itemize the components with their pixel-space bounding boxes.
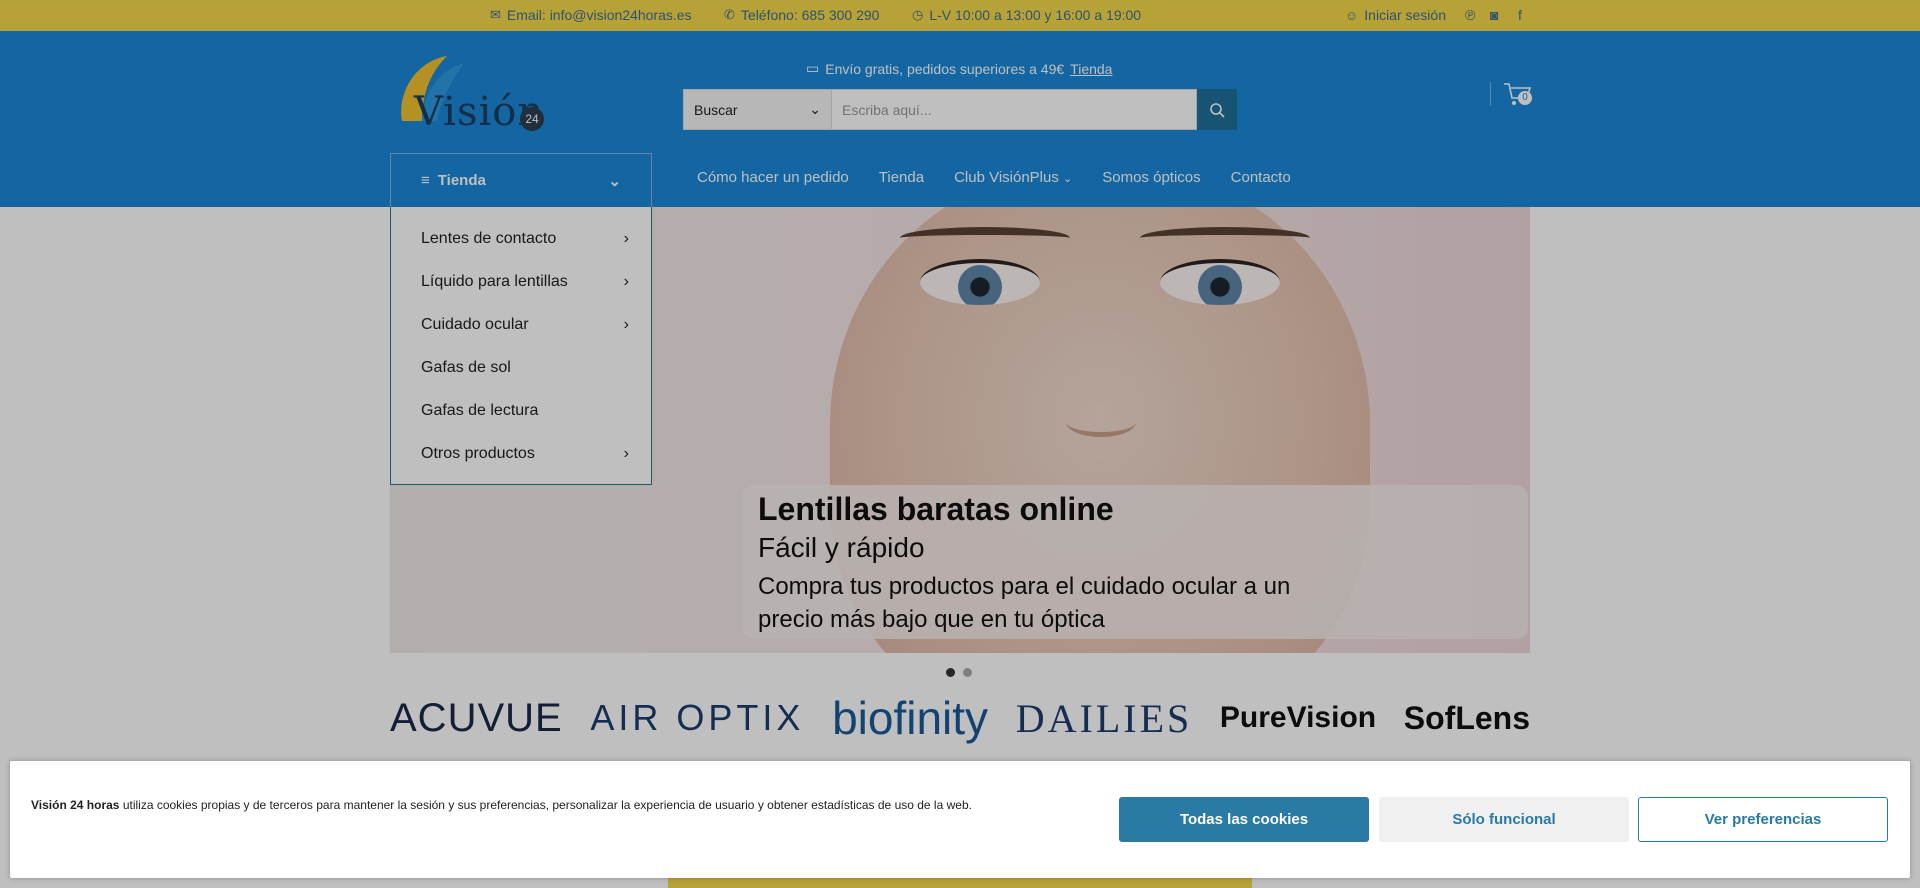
slider-dot-1[interactable]: [946, 668, 955, 677]
topbar-email-text: Email: info@vision24horas.es: [506, 7, 692, 23]
hero-subtitle: Fácil y rápido: [758, 532, 925, 563]
chevron-right-icon: ›: [623, 444, 629, 462]
topbar-hours: ◷ L-V 10:00 a 13:00 y 16:00 a 19:00: [912, 7, 1141, 23]
brand-biofinity[interactable]: biofinity: [832, 691, 988, 745]
search-category-select[interactable]: Buscar ⌄: [683, 89, 831, 130]
cookie-preferences-button[interactable]: Ver preferencias: [1638, 797, 1888, 842]
category-item-label: Lentes de contacto: [421, 229, 557, 247]
footer-strip: [668, 878, 1252, 888]
truck-icon: ▭: [806, 60, 820, 76]
category-item-liquido[interactable]: Líquido para lentillas ›: [391, 260, 651, 303]
category-item-lentes[interactable]: Lentes de contacto ›: [391, 217, 651, 260]
topbar-hours-text: L-V 10:00 a 13:00 y 16:00 a 19:00: [929, 7, 1142, 23]
instagram-icon[interactable]: ◙: [1490, 7, 1498, 23]
category-item-label: Gafas de lectura: [421, 401, 539, 419]
hero-caption: Lentillas baratas online Fácil y rápido …: [742, 485, 1528, 639]
functional-cookies-button[interactable]: Sólo funcional: [1379, 797, 1629, 842]
topbar-email[interactable]: ✉ Email: info@vision24horas.es: [490, 7, 692, 23]
cart-count-badge: 0: [1518, 91, 1532, 105]
facebook-icon[interactable]: f: [1518, 7, 1522, 23]
phone-icon: ✆: [724, 7, 735, 22]
nav-item-contacto[interactable]: Contacto: [1231, 169, 1291, 186]
topbar-phone[interactable]: ✆ Teléfono: 685 300 290: [724, 7, 879, 23]
brand-soflens[interactable]: SofLens: [1404, 700, 1530, 737]
nav-item-tienda[interactable]: Tienda: [879, 169, 924, 186]
pinterest-icon[interactable]: ℗: [1465, 7, 1475, 23]
user-icon: ☺: [1345, 7, 1359, 23]
category-item-otros[interactable]: Otros productos ›: [391, 432, 651, 475]
chevron-right-icon: ›: [623, 272, 629, 290]
accept-all-cookies-button[interactable]: Todas las cookies: [1119, 797, 1369, 842]
top-bar: ✉ Email: info@vision24horas.es ✆ Teléfon…: [0, 0, 1920, 31]
chevron-down-icon: ⌄: [1063, 173, 1073, 185]
chevron-right-icon: ›: [623, 229, 629, 247]
hero-text: Compra tus productos para el cuidado ocu…: [758, 573, 1291, 633]
category-menu-label: Tienda: [437, 172, 486, 189]
hero-title: Lentillas baratas online: [758, 491, 1114, 527]
category-item-label: Cuidado ocular: [421, 315, 529, 333]
chevron-down-icon: ⌄: [809, 101, 821, 117]
cart-divider: [1490, 82, 1491, 106]
search-bar: Buscar ⌄: [683, 89, 1237, 130]
promo-banner: ▭ Envío gratis, pedidos superiores a 49€…: [806, 60, 1112, 77]
category-item-label: Otros productos: [421, 444, 535, 462]
category-item-gafas-sol[interactable]: Gafas de sol: [391, 346, 651, 389]
logo-number: 24: [520, 107, 544, 131]
site-logo[interactable]: Visión 24: [392, 51, 552, 141]
cookie-banner: Visión 24 horas utiliza cookies propias …: [10, 761, 1910, 878]
promo-link[interactable]: Tienda: [1070, 61, 1112, 77]
cookie-brand: Visión 24 horas: [31, 798, 120, 812]
nav-item-somos-opticos[interactable]: Somos ópticos: [1102, 169, 1200, 186]
main-nav: Cómo hacer un pedido Tienda Club VisiónP…: [697, 169, 1291, 186]
nav-item-club-visionplus[interactable]: Club VisiónPlus ⌄: [954, 169, 1072, 186]
category-item-gafas-lectura[interactable]: Gafas de lectura: [391, 389, 651, 432]
category-item-cuidado[interactable]: Cuidado ocular ›: [391, 303, 651, 346]
login-link[interactable]: ☺ Iniciar sesión: [1345, 7, 1446, 23]
mail-icon: ✉: [490, 7, 501, 22]
cart-button[interactable]: 0: [1490, 81, 1532, 107]
slider-dots: [946, 668, 972, 677]
hamburger-icon: ≡: [421, 172, 430, 189]
category-item-label: Gafas de sol: [421, 358, 511, 376]
category-item-label: Líquido para lentillas: [421, 272, 568, 290]
nav-item-club-label: Club VisiónPlus: [954, 169, 1059, 186]
cookie-text: utiliza cookies propias y de terceros pa…: [119, 798, 972, 812]
chevron-down-icon: ⌄: [608, 172, 621, 190]
brand-airoptix[interactable]: AIR OPTIX: [590, 697, 804, 739]
brand-acuvue[interactable]: ACUVUE: [390, 696, 563, 741]
search-icon: [1210, 102, 1225, 118]
slider-dot-2[interactable]: [963, 668, 972, 677]
header: Visión 24 ▭ Envío gratis, pedidos superi…: [0, 31, 1920, 207]
brand-purevision[interactable]: PureVision: [1220, 701, 1376, 735]
category-dropdown: Lentes de contacto › Líquido para lentil…: [390, 207, 652, 485]
page: ✉ Email: info@vision24horas.es ✆ Teléfon…: [0, 0, 1920, 888]
nav-item-como-hacer-pedido[interactable]: Cómo hacer un pedido: [697, 169, 849, 186]
brand-dailies[interactable]: DAILIES: [1016, 695, 1193, 742]
chevron-right-icon: ›: [623, 315, 629, 333]
clock-icon: ◷: [912, 7, 924, 22]
promo-text: Envío gratis, pedidos superiores a 49€: [825, 60, 1065, 77]
category-menu-button[interactable]: ≡ Tienda ⌄: [390, 153, 652, 207]
cookie-message: Visión 24 horas utiliza cookies propias …: [31, 798, 972, 812]
topbar-phone-text: Teléfono: 685 300 290: [740, 7, 880, 23]
brand-strip: ACUVUE AIR OPTIX biofinity DAILIES PureV…: [390, 688, 1530, 748]
search-category-label: Buscar: [694, 101, 738, 118]
search-button[interactable]: [1197, 89, 1237, 130]
login-text: Iniciar sesión: [1364, 7, 1446, 23]
search-input[interactable]: [831, 89, 1197, 130]
